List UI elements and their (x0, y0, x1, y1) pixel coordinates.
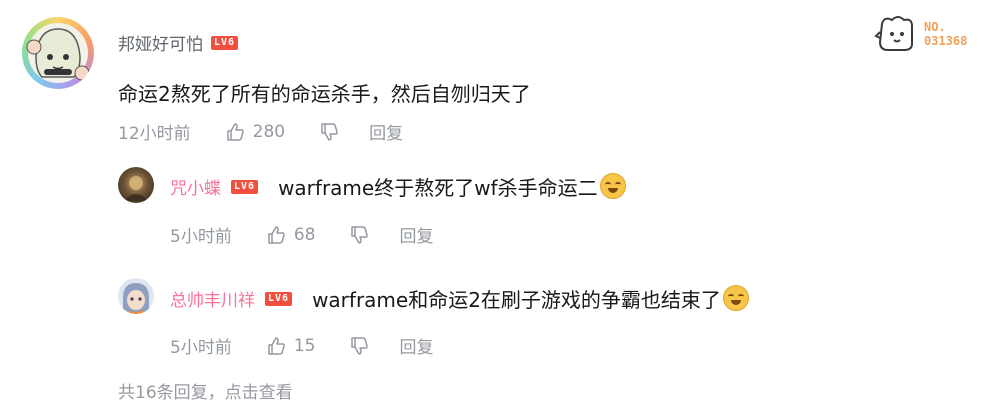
dark-figure-avatar-icon (124, 176, 148, 201)
reply-meta-2: 5小时前 15 回复 (170, 333, 433, 359)
like-icon[interactable] (225, 122, 245, 142)
reply-time-2: 5小时前 (170, 338, 232, 358)
main-comment-username[interactable]: 邦娅好可怕 (118, 30, 203, 55)
laugh-cry-emoji-icon (599, 173, 626, 199)
reply-button-2[interactable]: 回复 (399, 333, 433, 358)
reply-text-2-content: warframe和命运2在刷子游戏的争霸也结束了 (312, 288, 721, 312)
mascot-icon (874, 16, 913, 51)
like-icon[interactable] (266, 225, 286, 245)
reply-avatar-1[interactable] (118, 167, 154, 203)
reply-username-1[interactable]: 咒小蝶 (170, 174, 221, 199)
level-badge: LV6 (211, 35, 239, 50)
reply-text-2: warframe和命运2在刷子游戏的争霸也结束了 (312, 284, 749, 313)
reply-button-1[interactable]: 回复 (399, 222, 433, 247)
like-icon[interactable] (266, 336, 286, 356)
reply-username-2[interactable]: 总帅丰川祥 (170, 286, 255, 311)
laugh-cry-emoji-icon (722, 285, 749, 311)
reply-header-2: 总帅丰川祥 LV6 warframe和命运2在刷子游戏的争霸也结束了 (170, 284, 749, 313)
level-badge: LV6 (231, 179, 259, 194)
reply-text-1-content: warframe终于熬死了wf杀手命运二 (278, 176, 598, 200)
reply-like-count-2: 15 (293, 335, 316, 356)
reply-text-1: warframe终于熬死了wf杀手命运二 (278, 172, 626, 201)
dislike-icon[interactable] (319, 122, 339, 142)
reply-time-1: 5小时前 (170, 227, 232, 247)
main-comment-meta: 12小时前 280 回复 (118, 119, 403, 145)
fan-number-badge[interactable]: NO. 031368 (874, 14, 967, 54)
fan-badge-label: NO. (924, 20, 946, 34)
main-comment-like-count: 280 (252, 121, 286, 142)
main-comment-header: 邦娅好可怕 LV6 (118, 30, 239, 55)
anime-girl-avatar-icon (26, 23, 90, 83)
main-comment-text: 命运2熬死了所有的命运杀手，然后自刎归天了 (118, 82, 531, 106)
reply-header-1: 咒小蝶 LV6 warframe终于熬死了wf杀手命运二 (170, 172, 626, 201)
main-comment-avatar[interactable] (22, 17, 94, 89)
main-comment-reply-button[interactable]: 回复 (369, 119, 403, 144)
reply-avatar-2[interactable] (118, 278, 154, 314)
level-badge: LV6 (265, 291, 293, 306)
reply-like-count-1: 68 (293, 224, 316, 245)
main-comment-time: 12小时前 (118, 124, 191, 144)
view-all-replies-link[interactable]: 共16条回复，点击查看 (118, 378, 293, 403)
reply-meta-1: 5小时前 68 回复 (170, 222, 433, 248)
dislike-icon[interactable] (349, 336, 369, 356)
anime-character-avatar-icon (123, 283, 149, 314)
dislike-icon[interactable] (349, 225, 369, 245)
fan-badge-number: 031368 (924, 34, 968, 48)
